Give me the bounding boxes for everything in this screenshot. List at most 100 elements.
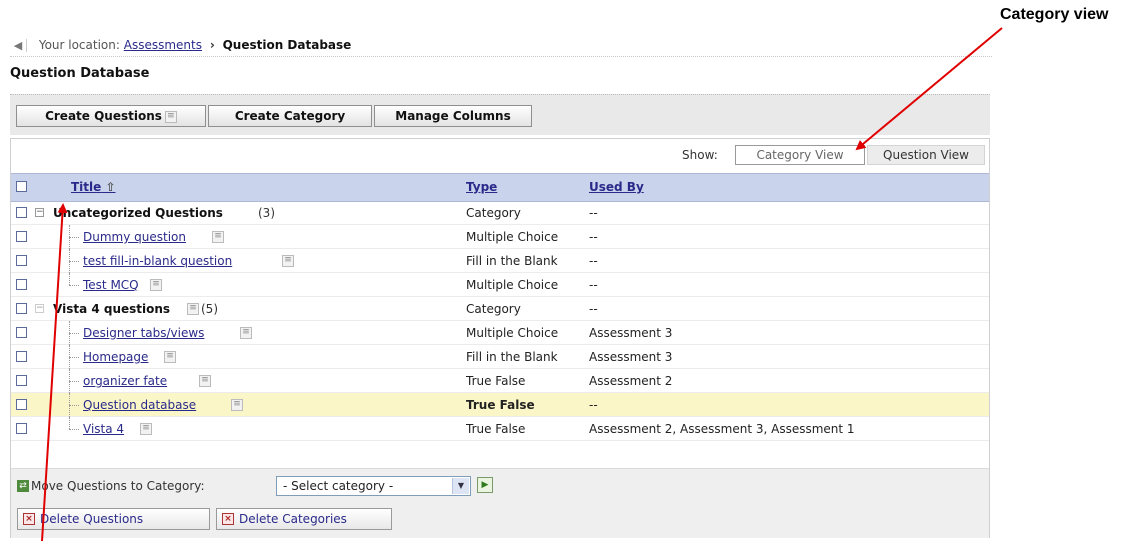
question-menu-icon[interactable]: ≡ [140,423,152,435]
breadcrumb: ◀ Your location: Assessments › Question … [10,38,992,57]
category-title: Uncategorized Questions [53,206,223,220]
table-row: organizer fate ≡ True False Assessment 2 [11,369,989,393]
question-menu-icon[interactable]: ≡ [164,351,176,363]
manage-columns-button[interactable]: Manage Columns [374,105,532,127]
row-type: Multiple Choice [466,326,559,340]
row-type: Multiple Choice [466,278,559,292]
create-category-button[interactable]: Create Category [208,105,372,127]
question-table-panel: Show: Category View Question View Title … [10,138,990,538]
row-used-by: Assessment 2 [589,374,673,388]
create-questions-button[interactable]: Create Questions ≡ [16,105,206,127]
category-select[interactable]: - Select category - ▼ [276,476,471,496]
show-label: Show: [682,148,718,162]
row-checkbox[interactable] [16,327,27,338]
question-menu-icon[interactable]: ≡ [282,255,294,267]
column-header-title[interactable]: Title ⇧ [71,180,116,194]
collapse-icon[interactable]: − [35,304,44,313]
sort-arrow-icon: ⇧ [105,180,116,194]
table-row: Test MCQ ≡ Multiple Choice -- [11,273,989,297]
manage-columns-label: Manage Columns [395,109,511,123]
table-row: Vista 4 ≡ True False Assessment 2, Asses… [11,417,989,441]
row-checkbox[interactable] [16,207,27,218]
row-checkbox[interactable] [16,231,27,242]
question-menu-icon[interactable]: ≡ [150,279,162,291]
row-used-by: Assessment 3 [589,326,673,340]
view-switcher: Show: Category View Question View [11,139,989,171]
page-title: Question Database [10,66,150,81]
back-arrow-icon[interactable]: ◀ [10,39,27,52]
question-link[interactable]: Question database [83,393,196,417]
question-link[interactable]: organizer fate [83,369,167,393]
chevron-down-icon[interactable]: ▼ [452,478,469,494]
breadcrumb-prefix: Your location: [38,38,120,52]
create-category-label: Create Category [234,109,346,123]
delete-questions-button[interactable]: × Delete Questions [17,508,210,530]
breadcrumb-current: Question Database [222,38,352,52]
column-header-type[interactable]: Type [466,180,497,194]
row-checkbox[interactable] [16,375,27,386]
table-row: Homepage ≡ Fill in the Blank Assessment … [11,345,989,369]
question-link[interactable]: Homepage [83,345,148,369]
delete-icon: × [23,513,35,525]
question-link[interactable]: Dummy question [83,225,186,249]
go-arrow-button[interactable]: ▶ [477,477,493,493]
category-title: Vista 4 questions [53,302,171,316]
breadcrumb-separator: › [209,38,215,52]
row-used-by: Assessment 3 [589,350,673,364]
annotation-label: Category view [1000,6,1109,23]
question-link[interactable]: Designer tabs/views [83,321,204,345]
select-all-checkbox[interactable] [16,181,27,192]
row-type: Category [466,302,521,316]
delete-categories-button[interactable]: × Delete Categories [216,508,392,530]
table-row: − Uncategorized Questions (3) Category -… [11,201,989,225]
question-view-toggle[interactable]: Question View [867,145,985,165]
row-type: True False [466,374,526,388]
question-link[interactable]: Test MCQ [83,273,139,297]
table-row: test fill-in-blank question ≡ Fill in th… [11,249,989,273]
category-count: (3) [258,206,275,220]
row-used-by: -- [589,398,598,412]
row-checkbox[interactable] [16,351,27,362]
row-type: True False [466,398,535,412]
bulk-actions-bar: ⇄ Move Questions to Category: - Select c… [11,468,989,538]
question-menu-icon[interactable]: ≡ [240,327,252,339]
create-questions-label: Create Questions [45,109,162,123]
row-used-by: -- [589,302,598,316]
question-link[interactable]: Vista 4 [83,417,124,441]
row-type: Category [466,206,521,220]
question-link[interactable]: test fill-in-blank question [83,249,232,273]
move-icon: ⇄ [17,480,29,492]
row-used-by: -- [589,254,598,268]
row-used-by: -- [589,278,598,292]
row-checkbox[interactable] [16,423,27,434]
row-type: Fill in the Blank [466,350,558,364]
table-row: − Vista 4 questions ≡ (5) Category -- [11,297,989,321]
row-checkbox[interactable] [16,303,27,314]
move-questions-label: Move Questions to Category: [31,479,205,493]
table-row: Dummy question ≡ Multiple Choice -- [11,225,989,249]
collapse-icon[interactable]: − [35,208,44,217]
column-header-used-by[interactable]: Used By [589,180,644,194]
delete-questions-label: Delete Questions [40,512,144,526]
table-row: Designer tabs/views ≡ Multiple Choice As… [11,321,989,345]
question-menu-icon[interactable]: ≡ [231,399,243,411]
row-type: Fill in the Blank [466,254,558,268]
row-checkbox[interactable] [16,399,27,410]
dropdown-menu-icon[interactable]: ≡ [164,110,177,123]
column-title-label: Title [71,180,102,194]
breadcrumb-link-assessments[interactable]: Assessments [124,38,202,52]
table-header: Title ⇧ Type Used By [11,173,989,202]
category-view-toggle[interactable]: Category View [735,145,865,165]
row-checkbox[interactable] [16,279,27,290]
row-used-by: Assessment 2, Assessment 3, Assessment 1 [589,422,855,436]
row-used-by: -- [589,206,598,220]
question-menu-icon[interactable]: ≡ [212,231,224,243]
row-type: Multiple Choice [466,230,559,244]
category-menu-icon[interactable]: ≡ [187,303,199,315]
row-checkbox[interactable] [16,255,27,266]
delete-icon: × [222,513,234,525]
toolbar: Create Questions ≡ Create Category Manage… [10,94,990,135]
table-row-highlighted: Question database ≡ True False -- [11,393,989,417]
category-count: (5) [201,302,218,316]
question-menu-icon[interactable]: ≡ [199,375,211,387]
